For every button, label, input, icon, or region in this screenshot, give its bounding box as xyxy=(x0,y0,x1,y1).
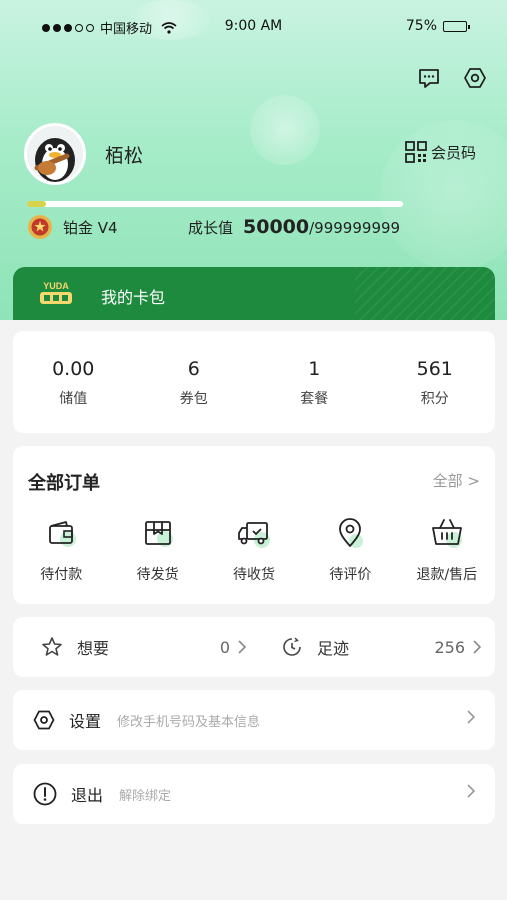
stat-label: 券包 xyxy=(179,391,208,407)
qr-code-icon xyxy=(405,141,427,163)
decor-bubble xyxy=(250,95,320,165)
stat-value: 6 xyxy=(187,358,200,380)
wishlist-count: 0 xyxy=(220,638,246,657)
profile-header: 中国移动 9:00 AM 75% 栢松 会员码 铂金 V4 成长值 50000 … xyxy=(0,0,507,320)
chevron-right-icon xyxy=(467,784,475,798)
message-icon[interactable] xyxy=(417,66,441,90)
clock-icon xyxy=(283,637,301,656)
avatar[interactable] xyxy=(24,123,86,185)
order-pending-review[interactable]: 待评价 xyxy=(302,516,398,584)
location-pin-icon xyxy=(339,518,364,548)
package-icon xyxy=(144,521,173,547)
logout-row[interactable]: 退出 解除绑定 xyxy=(13,764,495,824)
penguin-avatar-icon xyxy=(27,126,83,182)
stat-label: 套餐 xyxy=(300,391,329,407)
settings-label: 设置 xyxy=(69,712,102,731)
footprint-count: 256 xyxy=(434,638,481,657)
wishlist-entry[interactable]: 想要 0 xyxy=(41,617,246,677)
wallet-icon xyxy=(49,521,77,547)
decor-stripes xyxy=(355,267,495,320)
orders-panel: 全部订单 全部 > 待付款 待发货 待收货 待评价 退款/售后 xyxy=(13,446,495,604)
badge-icon xyxy=(28,215,52,239)
basket-icon xyxy=(431,519,462,548)
footprint-entry[interactable]: 足迹 256 xyxy=(281,617,481,677)
exclamation-circle-icon xyxy=(33,782,57,806)
stat-coupons[interactable]: 6 券包 xyxy=(134,331,255,433)
order-pending-receipt[interactable]: 待收货 xyxy=(206,516,302,584)
star-icon xyxy=(42,637,62,656)
order-refund-aftersale[interactable]: 退款/售后 xyxy=(399,516,495,584)
stat-packages[interactable]: 1 套餐 xyxy=(254,331,375,433)
growth-progress-bar xyxy=(27,201,403,207)
battery-indicator: 75% xyxy=(405,18,470,34)
member-code-button[interactable]: 会员码 xyxy=(405,141,476,163)
truck-icon xyxy=(238,522,271,548)
growth-max: /999999999 xyxy=(309,219,401,237)
stat-label: 储值 xyxy=(59,391,88,407)
order-status-label: 待付款 xyxy=(40,567,83,583)
growth-label: 成长值 xyxy=(188,219,234,237)
asset-stats: 0.00 储值 6 券包 1 套餐 561 积分 xyxy=(13,331,495,433)
all-orders-link[interactable]: 全部 > xyxy=(433,470,480,491)
order-pending-payment[interactable]: 待付款 xyxy=(13,516,109,584)
order-pending-shipment[interactable]: 待发货 xyxy=(109,516,205,584)
stat-value: 1 xyxy=(308,358,321,380)
member-code-label: 会员码 xyxy=(430,143,476,162)
order-status-list: 待付款 待发货 待收货 待评价 退款/售后 xyxy=(13,516,495,584)
chevron-right-icon xyxy=(473,640,481,654)
footprint-label: 足迹 xyxy=(317,639,350,658)
brand-logo-text: YUDA xyxy=(43,281,69,291)
order-status-label: 退款/售后 xyxy=(416,567,478,583)
card-bag-banner[interactable]: YUDA 我的卡包 xyxy=(13,267,495,320)
card-bag-title: 我的卡包 xyxy=(101,288,166,307)
member-level: 铂金 V4 xyxy=(27,214,118,240)
logout-label: 退出 xyxy=(71,786,104,805)
chevron-right-icon xyxy=(238,640,246,654)
order-status-label: 待发货 xyxy=(136,567,179,583)
order-status-label: 待评价 xyxy=(329,567,372,583)
wishlist-count-value: 0 xyxy=(219,637,230,657)
growth-value: 成长值 50000 /999999999 xyxy=(188,216,400,238)
logout-description: 解除绑定 xyxy=(119,788,172,804)
battery-icon xyxy=(443,20,470,32)
brand-logo: YUDA xyxy=(40,281,72,304)
stat-value: 561 xyxy=(416,358,453,380)
chevron-right-icon xyxy=(467,710,475,724)
level-label: 铂金 V4 xyxy=(63,218,118,237)
growth-progress-fill xyxy=(27,201,46,207)
header-actions xyxy=(417,66,487,90)
settings-hexagon-icon xyxy=(33,710,55,730)
stat-balance[interactable]: 0.00 储值 xyxy=(13,331,134,433)
stat-value: 0.00 xyxy=(52,358,95,380)
user-name: 栢松 xyxy=(105,145,144,167)
settings-description: 修改手机号码及基本信息 xyxy=(117,714,261,730)
wish-footprint-panel: 想要 0 足迹 256 xyxy=(13,617,495,677)
footprint-count-value: 256 xyxy=(434,637,465,657)
orders-title: 全部订单 xyxy=(28,473,100,494)
stat-label: 积分 xyxy=(420,391,449,407)
wishlist-label: 想要 xyxy=(77,639,110,658)
status-bar: 中国移动 9:00 AM 75% xyxy=(0,18,507,38)
battery-percent: 75% xyxy=(405,18,437,34)
order-status-label: 待收货 xyxy=(233,567,276,583)
settings-row[interactable]: 设置 修改手机号码及基本信息 xyxy=(13,690,495,750)
growth-current: 50000 xyxy=(243,216,310,238)
settings-hexagon-icon[interactable] xyxy=(463,66,487,90)
stat-points[interactable]: 561 积分 xyxy=(375,331,496,433)
